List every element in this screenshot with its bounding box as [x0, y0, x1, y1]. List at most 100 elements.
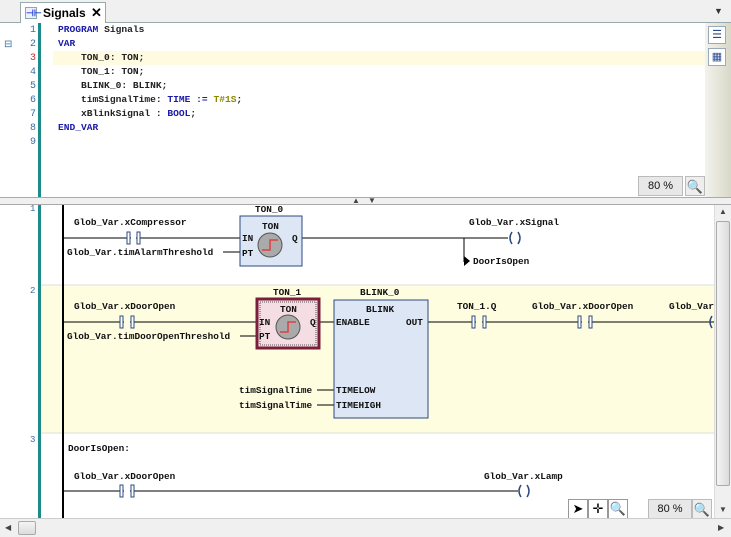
line-number: 4: [30, 67, 37, 78]
coil-xsignal[interactable]: [509, 231, 521, 245]
scroll-right-icon[interactable]: ▶: [718, 523, 724, 532]
collapse-down-icon[interactable]: ▼: [368, 196, 376, 205]
pin-timehigh: TIMEHIGH: [336, 400, 381, 411]
code-token: BLINK_0: BLINK;: [58, 80, 168, 91]
coil-xlamp[interactable]: [518, 484, 530, 498]
fb-instance-name[interactable]: TON_0: [255, 205, 284, 215]
code-token: VAR: [58, 38, 76, 49]
jump-arrow-icon: [464, 256, 470, 266]
coil-label[interactable]: Glob_Var.xSignal: [469, 217, 559, 228]
textual-view-icon[interactable]: ☰: [708, 26, 726, 44]
network-number: 3: [30, 435, 35, 445]
input-variable[interactable]: Glob_Var.timDoorOpenThreshold: [67, 331, 230, 342]
code-line[interactable]: timSignalTime: TIME := T#1S;: [58, 94, 242, 105]
jump-target[interactable]: DoorIsOpen: [473, 256, 530, 267]
fb-type: TON: [262, 221, 279, 232]
collapse-icon[interactable]: ⊟: [4, 39, 12, 50]
zoom-level[interactable]: 80 %: [648, 499, 692, 518]
code-token: TON_0: TON;: [58, 52, 145, 63]
zoom-level[interactable]: 80 %: [638, 176, 683, 196]
contact-xdooropen-3[interactable]: [119, 484, 135, 498]
pin-pt: PT: [259, 331, 271, 342]
line-number: 6: [30, 95, 37, 106]
pin-enable: ENABLE: [336, 317, 370, 328]
code-token: TON_1: TON;: [58, 66, 145, 77]
input-variable[interactable]: timSignalTime: [239, 400, 313, 411]
ladder-diagram: 1 2 3 Glob_Var.xCompressor Glob_Var.timA…: [30, 205, 714, 518]
pin-q: Q: [292, 233, 298, 244]
network-number: 2: [30, 286, 35, 296]
input-variable[interactable]: Glob_Var.timAlarmThreshold: [67, 247, 213, 258]
line-number: 7: [30, 109, 37, 120]
code-token: T#1S: [213, 94, 237, 105]
line-number: 2: [30, 39, 37, 50]
code-line[interactable]: TON_0: TON;: [58, 52, 144, 63]
zoom-magnifier-icon[interactable]: 🔍: [692, 499, 712, 518]
code-token: Signals: [98, 24, 145, 35]
pin-timelow: TIMELOW: [336, 385, 376, 396]
line-number: 5: [30, 81, 37, 92]
fb-type: TON: [280, 304, 297, 315]
horizontal-scrollbar[interactable]: ◀ ▶: [0, 518, 731, 537]
close-tab-icon[interactable]: ✕: [91, 5, 102, 21]
vertical-scrollbar[interactable]: ▲ ▼: [714, 205, 731, 518]
left-power-rail: [62, 205, 64, 518]
select-tool-icon[interactable]: ➤: [568, 499, 588, 518]
tab-bar: ⊣⊢ Signals ✕ ▼: [0, 0, 731, 23]
line-number: 8: [30, 123, 37, 134]
view-toolbar: ☰ ▦: [705, 23, 731, 197]
fb-instance-name[interactable]: TON_1: [273, 287, 302, 298]
fb-instance-name[interactable]: BLINK_0: [360, 287, 400, 298]
coil-label[interactable]: Glob_Var.xLamp: [484, 471, 563, 482]
collapse-up-icon[interactable]: ▲: [352, 196, 360, 205]
code-token: :=: [190, 94, 214, 105]
code-line[interactable]: END_VAR: [58, 122, 98, 133]
scroll-down-icon[interactable]: ▼: [719, 505, 727, 514]
pin-in: IN: [259, 317, 271, 328]
move-tool-icon[interactable]: ✛: [588, 499, 608, 518]
gutter-bar: [38, 205, 41, 518]
code-token: timSignalTime:: [58, 94, 168, 105]
ladder-editor[interactable]: 1 2 3 Glob_Var.xCompressor Glob_Var.timA…: [0, 205, 714, 518]
code-line[interactable]: xBlinkSignal : BOOL;: [58, 108, 196, 119]
code-line[interactable]: TON_1: TON;: [58, 66, 144, 77]
current-line-highlight: [53, 51, 705, 65]
horizontal-scroll-thumb[interactable]: [18, 521, 36, 535]
tab-signals[interactable]: ⊣⊢ Signals ✕: [20, 2, 106, 23]
code-token: PROGRAM: [58, 24, 99, 35]
contact-label[interactable]: Glob_Var.xCompressor: [74, 217, 187, 228]
coil-label[interactable]: Glob_Var.xBlinkSignal: [669, 301, 714, 312]
scroll-left-icon[interactable]: ◀: [5, 523, 11, 532]
timer-clock-icon: [275, 314, 301, 340]
fb-type: BLINK: [366, 304, 395, 315]
pin-pt: PT: [242, 248, 254, 259]
ladder-pou-icon: ⊣⊢: [25, 7, 42, 19]
pin-q: Q: [310, 317, 316, 328]
pin-in: IN: [242, 233, 254, 244]
zoom-tool-icon[interactable]: 🔍: [608, 499, 628, 518]
vertical-scroll-thumb[interactable]: [716, 221, 730, 486]
tab-list-dropdown-icon[interactable]: ▼: [714, 6, 723, 16]
pin-out: OUT: [406, 317, 423, 328]
code-token: xBlinkSignal :: [58, 108, 168, 119]
input-variable[interactable]: timSignalTime: [239, 385, 313, 396]
scroll-up-icon[interactable]: ▲: [719, 207, 727, 216]
contact-label[interactable]: Glob_Var.xDoorOpen: [532, 301, 634, 312]
line-number: 9: [30, 137, 37, 148]
code-token: TIME: [167, 94, 191, 105]
timer-clock-icon: [257, 232, 283, 258]
line-number: 3: [30, 53, 37, 64]
contact-label[interactable]: TON_1.Q: [457, 301, 497, 312]
code-token: ;: [190, 108, 197, 119]
code-line[interactable]: PROGRAM Signals: [58, 24, 144, 35]
contact-label[interactable]: Glob_Var.xDoorOpen: [74, 301, 176, 312]
splitter[interactable]: ▲ ▼: [0, 196, 731, 205]
network-label[interactable]: DoorIsOpen:: [68, 443, 130, 454]
tabular-view-icon[interactable]: ▦: [708, 48, 726, 66]
code-token: BOOL: [167, 108, 191, 119]
declaration-editor[interactable]: ⊟ 1 PROGRAM Signals 2 VAR 3 TON_0: TON; 4 TON…: [0, 23, 731, 197]
code-line[interactable]: BLINK_0: BLINK;: [58, 80, 167, 91]
zoom-magnifier-icon[interactable]: 🔍: [685, 176, 705, 196]
contact-label[interactable]: Glob_Var.xDoorOpen: [74, 471, 176, 482]
code-line[interactable]: VAR: [58, 38, 75, 49]
